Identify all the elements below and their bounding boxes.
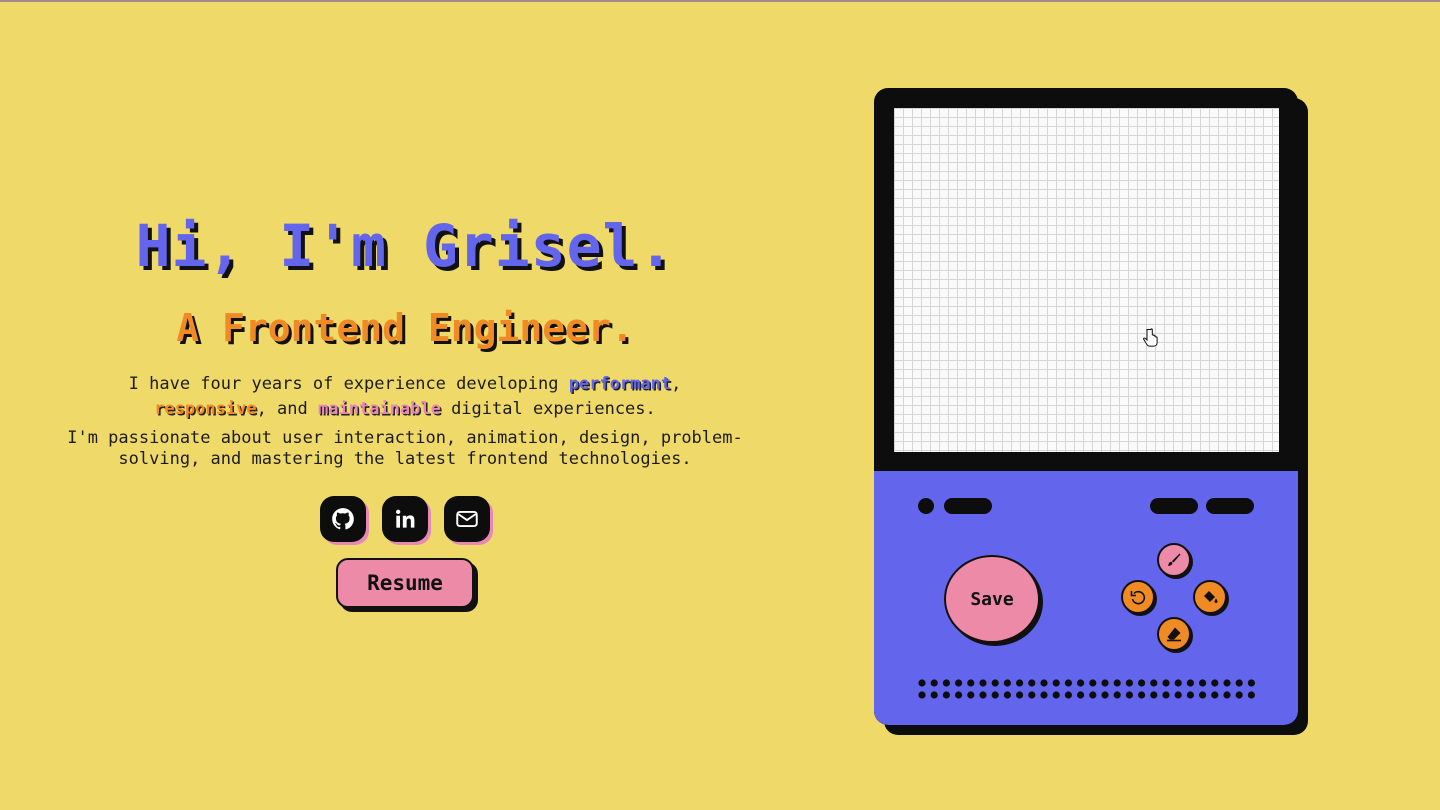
speaker-hole — [1113, 691, 1121, 699]
speaker-hole — [1040, 691, 1048, 699]
speaker-hole — [1028, 691, 1036, 699]
speaker-hole — [942, 679, 950, 687]
speaker-hole — [1101, 691, 1109, 699]
resume-button[interactable]: Resume — [336, 558, 474, 608]
email-link[interactable] — [444, 496, 490, 542]
speaker-hole — [1199, 679, 1207, 687]
speaker-hole — [1125, 679, 1133, 687]
device-controls: Save — [874, 471, 1298, 725]
speaker-hole — [1138, 691, 1146, 699]
speaker-hole — [967, 691, 975, 699]
speaker-hole — [1186, 679, 1194, 687]
speaker-hole — [1235, 691, 1243, 699]
speaker-hole — [1064, 679, 1072, 687]
undo-button[interactable] — [1121, 580, 1155, 614]
desc-part1: I have four years of experience developi… — [128, 374, 569, 394]
highlight-responsive: responsive — [154, 399, 257, 419]
linkedin-icon — [392, 506, 418, 532]
speaker-hole — [1138, 679, 1146, 687]
speaker-hole — [1089, 691, 1097, 699]
speaker-hole — [1235, 679, 1243, 687]
speaker-hole — [979, 679, 987, 687]
speaker-hole — [1052, 679, 1060, 687]
speaker-hole — [1064, 691, 1072, 699]
linkedin-link[interactable] — [382, 496, 428, 542]
experience-text: I have four years of experience developi… — [40, 372, 770, 422]
speaker-hole — [1162, 691, 1170, 699]
speaker-hole — [1162, 679, 1170, 687]
desc-part2: , — [671, 374, 682, 394]
speaker-hole — [955, 679, 963, 687]
speaker-hole — [1247, 691, 1255, 699]
speaker-hole — [1016, 691, 1024, 699]
drawing-canvas[interactable] — [894, 108, 1279, 452]
speaker-hole — [991, 691, 999, 699]
desc-part4: digital experiences. — [440, 399, 656, 419]
speaker-hole — [942, 691, 950, 699]
speaker-hole — [1113, 679, 1121, 687]
speaker-hole — [930, 691, 938, 699]
speaker-hole — [1223, 679, 1231, 687]
speaker-hole — [1174, 679, 1182, 687]
speaker-grille — [918, 679, 1255, 699]
speaker-hole — [1186, 691, 1194, 699]
speaker-hole — [1211, 679, 1219, 687]
speaker-hole — [955, 691, 963, 699]
speaker-hole — [930, 679, 938, 687]
speaker-hole — [1052, 691, 1060, 699]
github-icon — [330, 506, 356, 532]
eraser-icon — [1167, 627, 1181, 642]
speaker-hole — [1089, 679, 1097, 687]
speaker-hole — [1125, 691, 1133, 699]
indicator-pill — [1150, 498, 1198, 514]
power-indicator — [918, 498, 934, 514]
fill-button[interactable] — [1193, 580, 1227, 614]
speaker-hole — [1077, 679, 1085, 687]
drawing-device: Save — [874, 88, 1298, 725]
github-link[interactable] — [320, 496, 366, 542]
role-heading: A Frontend Engineer. — [176, 306, 634, 350]
speaker-hole — [1016, 679, 1024, 687]
speaker-hole — [967, 679, 975, 687]
speaker-hole — [1028, 679, 1036, 687]
intro-section: Hi, I'm Grisel. A Frontend Engineer. I h… — [40, 202, 770, 608]
speaker-hole — [918, 679, 926, 687]
fill-bucket-icon — [1204, 591, 1218, 603]
speaker-hole — [1199, 691, 1207, 699]
indicator-pill — [1206, 498, 1254, 514]
speaker-hole — [1150, 679, 1158, 687]
speaker-hole — [1223, 691, 1231, 699]
indicator-pill — [944, 498, 992, 514]
mail-icon — [454, 506, 480, 532]
speaker-hole — [1003, 679, 1011, 687]
speaker-hole — [1077, 691, 1085, 699]
speaker-hole — [1174, 691, 1182, 699]
speaker-hole — [1150, 691, 1158, 699]
social-links — [40, 496, 770, 542]
speaker-hole — [918, 691, 926, 699]
passion-text: I'm passionate about user interaction, a… — [67, 428, 743, 469]
pointer-cursor-icon — [1143, 328, 1158, 347]
speaker-hole — [991, 679, 999, 687]
speaker-hole — [1003, 691, 1011, 699]
speaker-hole — [1040, 679, 1048, 687]
desc-part3: , and — [256, 399, 318, 419]
eraser-button[interactable] — [1157, 617, 1191, 651]
brush-icon — [1168, 553, 1181, 566]
save-button[interactable]: Save — [944, 555, 1040, 643]
undo-icon — [1130, 590, 1146, 605]
speaker-hole — [979, 691, 987, 699]
speaker-hole — [1211, 691, 1219, 699]
highlight-performant: performant — [568, 374, 672, 394]
highlight-maintainable: maintainable — [318, 399, 441, 419]
speaker-hole — [1101, 679, 1109, 687]
speaker-hole — [1247, 679, 1255, 687]
greeting-heading: Hi, I'm Grisel. — [135, 212, 675, 280]
brush-button[interactable] — [1157, 543, 1191, 577]
